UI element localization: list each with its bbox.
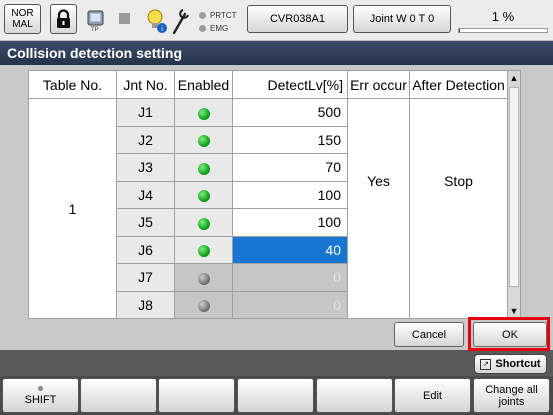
scroll-up-arrow-icon[interactable]: ▲ (508, 71, 520, 85)
cancel-button[interactable]: Cancel (394, 322, 464, 347)
page-title: Collision detection setting (0, 41, 553, 65)
shift-key-label: SHIFT (24, 393, 57, 406)
protect-indicator-lamp (199, 12, 206, 19)
mode-label-line1: NOR (11, 8, 34, 19)
wrench-icon (172, 9, 189, 35)
mode-label-line2: MAL (12, 19, 33, 30)
ok-button-label: OK (502, 328, 518, 341)
enabled-cell[interactable] (174, 125, 233, 154)
err-occur-value: Yes (367, 172, 390, 189)
function-key-3[interactable] (158, 378, 235, 413)
jnt-cell: J1 (116, 98, 175, 127)
after-detection-value: Stop (444, 172, 473, 189)
header-jnt-no: Jnt No. (116, 70, 175, 99)
header-row: Table No. Jnt No. Enabled DetectLv[%] Er… (28, 70, 508, 99)
header-detect-level: DetectLv[%] (232, 70, 348, 99)
level-cell[interactable]: 100 (232, 180, 348, 209)
led-on-icon (197, 245, 210, 258)
edit-key[interactable]: Edit (394, 378, 471, 413)
shortcut-label: Shortcut (495, 358, 541, 370)
jnt-cell: J7 (116, 263, 175, 292)
emergency-indicator-lamp (199, 25, 206, 32)
led-on-icon (197, 135, 210, 148)
protect-indicator: PRTCT (199, 11, 237, 20)
jnt-cell: J8 (116, 290, 175, 319)
led-on-icon (197, 107, 210, 120)
level-cell[interactable]: 0 (232, 290, 348, 319)
header-after-detection: After Detection (409, 70, 508, 99)
enabled-cell[interactable] (174, 290, 233, 319)
led-off-icon (197, 272, 210, 285)
level-cell[interactable]: 150 (232, 125, 348, 154)
cancel-button-label: Cancel (411, 328, 447, 341)
enabled-cell[interactable] (174, 263, 233, 292)
shift-indicator-dot (38, 385, 43, 391)
level-cell[interactable]: 100 (232, 208, 348, 237)
emergency-indicator-label: EMG (210, 24, 229, 33)
protect-indicator-label: PRTCT (210, 11, 237, 20)
led-on-icon (197, 217, 210, 230)
err-occur-cell[interactable]: Yes (347, 98, 410, 319)
jnt-cell: J5 (116, 208, 175, 237)
lock-icon (57, 9, 70, 28)
header-err-occur: Err occur (347, 70, 410, 99)
change-all-joints-line1: Change all (485, 383, 538, 396)
scrollbar-thumb[interactable] (509, 87, 519, 287)
shortcut-button[interactable]: ↗ Shortcut (474, 354, 547, 374)
coordinate-select-button[interactable]: Joint W 0 T 0 (353, 5, 451, 33)
table-scrollbar[interactable]: ▲ ▼ (507, 70, 521, 319)
speed-value[interactable]: 1 % (458, 9, 548, 24)
collision-table: Table No. Jnt No. Enabled DetectLv[%] Er… (28, 70, 508, 319)
enabled-cell[interactable] (174, 153, 233, 182)
jnt-cell: J4 (116, 180, 175, 209)
speed-bar-fill (459, 29, 460, 32)
coordinate-label: Joint W 0 T 0 (369, 13, 435, 25)
change-all-joints-line2: joints (498, 395, 525, 408)
level-cell-selected[interactable]: 40 (232, 235, 348, 264)
header-table-no: Table No. (28, 70, 117, 99)
jnt-cell: J6 (116, 235, 175, 264)
function-key-4[interactable] (237, 378, 314, 413)
table-row: 1 J1 500 Yes Stop (28, 98, 508, 319)
speed-bar[interactable] (458, 28, 548, 33)
lightbulb-info-icon: i (147, 9, 167, 33)
led-off-icon (197, 300, 210, 313)
level-cell[interactable]: 0 (232, 263, 348, 292)
enabled-cell[interactable] (174, 98, 233, 127)
jnt-cell: J3 (116, 153, 175, 182)
robot-select-button[interactable]: CVR038A1 (247, 5, 348, 33)
edit-key-label: Edit (423, 389, 442, 402)
ok-button[interactable]: OK (473, 322, 547, 347)
change-all-joints-key[interactable]: Change all joints (473, 378, 550, 413)
stop-icon (119, 13, 130, 24)
function-key-bar: SHIFT Edit Change all joints (0, 376, 553, 415)
shift-key[interactable]: SHIFT (2, 378, 79, 413)
enabled-cell[interactable] (174, 180, 233, 209)
led-on-icon (197, 190, 210, 203)
emergency-indicator: EMG (199, 24, 228, 33)
table-no-cell[interactable]: 1 (28, 98, 117, 319)
enabled-cell[interactable] (174, 208, 233, 237)
level-cell[interactable]: 70 (232, 153, 348, 182)
robot-label: CVR038A1 (269, 13, 326, 25)
jnt-cell: J2 (116, 125, 175, 154)
after-detection-cell[interactable]: Stop (409, 98, 508, 319)
shortcut-icon: ↗ (480, 358, 492, 370)
level-cell[interactable]: 500 (232, 98, 348, 127)
header-enabled: Enabled (174, 70, 233, 99)
scroll-down-arrow-icon[interactable]: ▼ (508, 304, 520, 318)
enabled-cell[interactable] (174, 235, 233, 264)
led-on-icon (197, 162, 210, 175)
function-key-5[interactable] (316, 378, 393, 413)
status-bar: NOR MAL TP i PRTCT EMG CVR038A1 Joint W (0, 0, 553, 41)
tp-label: TP (91, 27, 99, 33)
lock-button[interactable] (50, 4, 77, 34)
function-key-2[interactable] (80, 378, 157, 413)
mode-button[interactable]: NOR MAL (4, 4, 41, 34)
